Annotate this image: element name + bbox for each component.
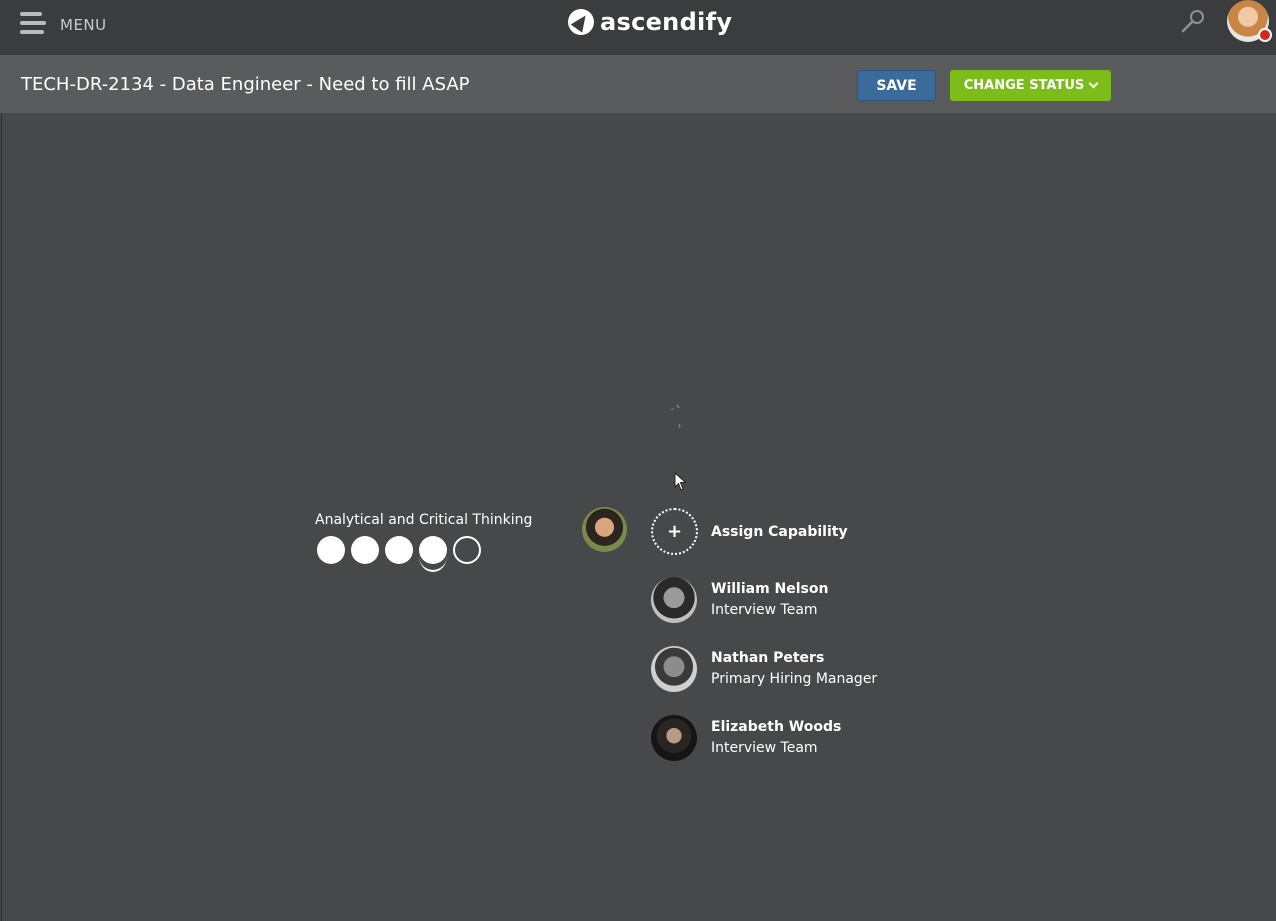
person-item[interactable]: Nathan Peters Primary Hiring Manager [651,646,911,692]
chevron-down-icon [1088,78,1099,89]
person-item[interactable]: William Nelson Interview Team [651,577,911,623]
ascendify-logo-icon [568,9,594,35]
save-button[interactable]: SAVE [857,70,936,101]
rating-dot-2[interactable] [351,536,379,564]
person-role: Interview Team [711,740,818,756]
loading-spinner-icon [668,402,688,429]
hamburger-menu-icon[interactable] [20,12,46,38]
avatar [651,715,697,761]
assign-capability-label[interactable]: Assign Capability [711,524,848,540]
capability-rating[interactable] [317,536,481,572]
avatar [651,646,697,692]
capability-owner-avatar[interactable] [582,507,627,552]
person-item[interactable]: Elizabeth Woods Interview Team [651,715,911,761]
person-name: Nathan Peters [711,650,825,666]
search-icon[interactable] [1180,9,1206,35]
notification-badge[interactable] [1258,28,1272,42]
person-role: Primary Hiring Manager [711,671,878,687]
page-title: TECH-DR-2134 - Data Engineer - Need to f… [21,74,470,95]
assign-capability-plus-icon[interactable]: + [651,508,698,555]
avatar [651,577,697,623]
rating-dot-1[interactable] [317,536,345,564]
menu-label[interactable]: MENU [60,16,107,34]
capability-name: Analytical and Critical Thinking [315,512,533,528]
ascendify-logo[interactable]: ascendify [568,6,732,38]
person-name: Elizabeth Woods [711,719,842,735]
mouse-cursor-icon [674,471,688,492]
change-status-button[interactable]: CHANGE STATUS [950,70,1111,101]
change-status-label: CHANGE STATUS [963,78,1085,93]
person-name: William Nelson [711,581,829,597]
rating-dot-3[interactable] [385,536,413,564]
rating-dot-4-selected[interactable] [419,536,447,572]
logo-text: ascendify [600,8,733,36]
main-content-area [1,113,1276,921]
top-navigation-bar: MENU ascendify [0,0,1276,55]
person-role: Interview Team [711,602,818,618]
rating-dot-5[interactable] [453,536,481,564]
